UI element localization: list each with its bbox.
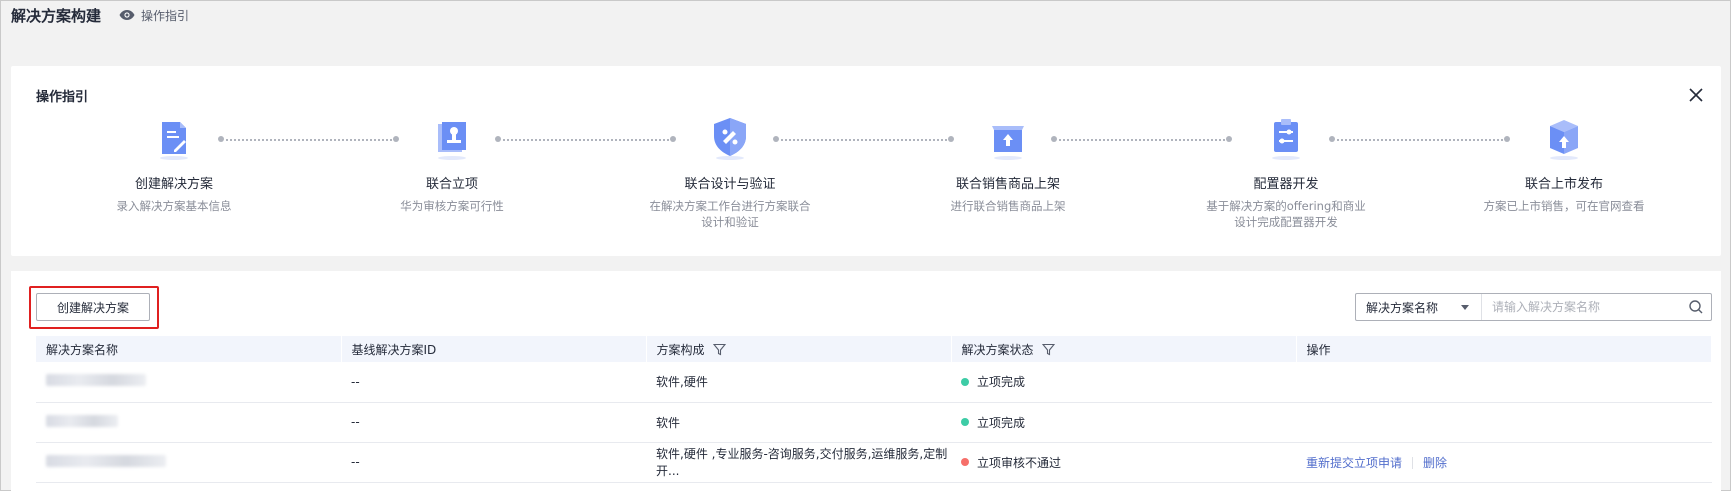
solution-list-card: 创建解决方案 解决方案名称 解决方案名称 基线解决方案ID 方案构成 解决方案状… bbox=[11, 271, 1721, 491]
search-box: 解决方案名称 bbox=[1355, 293, 1712, 321]
guide-title: 操作指引 bbox=[36, 90, 89, 105]
search-field-select[interactable]: 解决方案名称 bbox=[1356, 294, 1482, 320]
cell-status: 立项完成 bbox=[951, 362, 1296, 403]
step-title: 联合设计与验证 bbox=[684, 177, 776, 192]
guide-step-launch: 联合上市发布 方案已上市销售，可在官网查看 bbox=[1464, 114, 1664, 214]
step-title: 联合上市发布 bbox=[1524, 177, 1603, 192]
redacted-name bbox=[46, 454, 166, 467]
step-desc: 华为审核方案可行性 bbox=[400, 199, 504, 213]
redacted-name bbox=[46, 374, 146, 387]
divider bbox=[1412, 457, 1414, 469]
clipboard-settings-icon bbox=[1272, 119, 1300, 160]
guide-step-create: 创建解决方案 录入解决方案基本信息 bbox=[74, 114, 274, 214]
cell-baseline-id: -- bbox=[341, 362, 646, 403]
eye-icon bbox=[119, 10, 135, 20]
column-header-composition: 方案构成 bbox=[646, 336, 952, 362]
close-icon[interactable] bbox=[1687, 86, 1705, 104]
cell-solution-name[interactable] bbox=[36, 442, 341, 483]
cell-actions bbox=[1296, 362, 1712, 403]
cell-actions bbox=[1296, 402, 1712, 443]
step-desc: 在解决方案工作台进行方案联合设计和验证 bbox=[649, 199, 811, 229]
column-header-name: 解决方案名称 bbox=[36, 336, 342, 362]
shelf-upload-icon bbox=[992, 126, 1024, 160]
guide-link[interactable]: 操作指引 bbox=[119, 7, 189, 24]
search-icon[interactable] bbox=[1681, 300, 1711, 314]
search-input[interactable] bbox=[1482, 294, 1681, 320]
cell-solution-name[interactable] bbox=[36, 402, 341, 443]
guide-step-listing: 联合销售商品上架 进行联合销售商品上架 bbox=[908, 114, 1108, 214]
cell-actions: 重新提交立项申请 删除 bbox=[1296, 442, 1712, 483]
page-header: 解决方案构建 操作指引 bbox=[11, 5, 189, 25]
cell-composition: 软件,硬件 bbox=[646, 362, 951, 403]
step-title: 联合销售商品上架 bbox=[955, 177, 1060, 192]
cell-solution-name[interactable] bbox=[36, 362, 341, 403]
filter-icon[interactable] bbox=[1041, 343, 1055, 356]
guide-link-label: 操作指引 bbox=[141, 8, 190, 23]
step-title: 联合立项 bbox=[425, 177, 478, 192]
column-header-baseline-id: 基线解决方案ID bbox=[341, 336, 647, 362]
status-dot bbox=[961, 377, 969, 386]
filter-icon[interactable] bbox=[712, 343, 726, 356]
shield-tools-icon bbox=[714, 118, 746, 160]
redacted-name bbox=[46, 414, 118, 427]
cell-status: 立项完成 bbox=[951, 402, 1296, 443]
guide-step-design: 联合设计与验证 在解决方案工作台进行方案联合设计和验证 bbox=[630, 114, 830, 230]
step-desc: 方案已上市销售，可在官网查看 bbox=[1483, 199, 1645, 213]
column-header-status: 解决方案状态 bbox=[951, 336, 1297, 362]
status-dot bbox=[961, 458, 969, 466]
guide-steps: 创建解决方案 录入解决方案基本信息 联合立项 华为审核方案可行性 联合设计与验证… bbox=[11, 118, 1721, 234]
step-title: 配置器开发 bbox=[1253, 177, 1319, 192]
table-row: -- 软件 立项完成 bbox=[36, 402, 1712, 443]
table-header-row: 解决方案名称 基线解决方案ID 方案构成 解决方案状态 操作 bbox=[36, 336, 1712, 362]
solution-table: 解决方案名称 基线解决方案ID 方案构成 解决方案状态 操作 -- 软件,硬件 … bbox=[36, 336, 1712, 483]
stamp-icon bbox=[438, 122, 466, 160]
guide-step-approval: 联合立项 华为审核方案可行性 bbox=[352, 114, 552, 214]
step-title: 创建解决方案 bbox=[134, 177, 213, 192]
table-row: -- 软件,硬件 ,专业服务-咨询服务,交付服务,运维服务,定制开... 立项审… bbox=[36, 442, 1712, 483]
cell-composition: 软件 bbox=[646, 402, 951, 443]
search-field-label: 解决方案名称 bbox=[1366, 300, 1439, 315]
box-upload-icon bbox=[1550, 120, 1578, 160]
step-desc: 进行联合销售商品上架 bbox=[950, 199, 1066, 213]
cell-composition: 软件,硬件 ,专业服务-咨询服务,交付服务,运维服务,定制开... bbox=[646, 442, 951, 483]
create-solution-button[interactable]: 创建解决方案 bbox=[36, 293, 150, 321]
step-desc: 基于解决方案的offering和商业设计完成配置器开发 bbox=[1206, 199, 1366, 229]
guide-step-configurator: 配置器开发 基于解决方案的offering和商业设计完成配置器开发 bbox=[1186, 114, 1386, 230]
step-desc: 录入解决方案基本信息 bbox=[116, 199, 232, 213]
cell-status: 立项审核不通过 bbox=[951, 442, 1296, 483]
cell-baseline-id: -- bbox=[341, 442, 646, 483]
document-edit-icon bbox=[160, 122, 188, 160]
caret-down-icon bbox=[1461, 304, 1469, 310]
status-dot bbox=[961, 418, 969, 426]
table-row: -- 软件,硬件 立项完成 bbox=[36, 362, 1712, 403]
delete-link[interactable]: 删除 bbox=[1423, 456, 1447, 470]
guide-card: 操作指引 创建解决方案 录入解决方案基本信息 联合立项 华为审核方案可行性 联合… bbox=[11, 66, 1721, 256]
page-title: 解决方案构建 bbox=[11, 6, 102, 25]
cell-baseline-id: -- bbox=[341, 402, 646, 443]
resubmit-approval-link[interactable]: 重新提交立项申请 bbox=[1306, 456, 1402, 470]
column-header-actions: 操作 bbox=[1296, 336, 1712, 362]
